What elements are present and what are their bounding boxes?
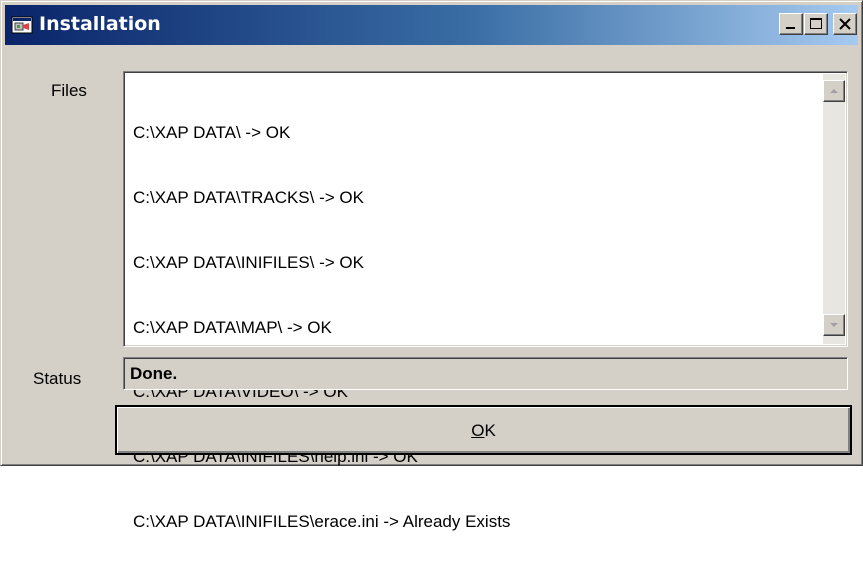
ok-button-label: OK xyxy=(117,421,850,441)
list-item: C:\XAP DATA\MAP\ -> OK xyxy=(133,317,332,337)
files-label: Files xyxy=(51,81,87,100)
files-listbox[interactable]: C:\XAP DATA\ -> OK C:\XAP DATA\TRACKS\ -… xyxy=(123,71,848,531)
status-label: Status xyxy=(33,369,82,388)
close-button[interactable] xyxy=(833,13,857,35)
vertical-scrollbar[interactable] xyxy=(823,74,845,344)
scroll-down-button[interactable] xyxy=(823,314,845,336)
files-list: C:\XAP DATA\ -> OK C:\XAP DATA\TRACKS\ -… xyxy=(133,79,510,576)
minimize-icon xyxy=(786,27,795,29)
installer-app-icon xyxy=(11,15,33,35)
arrow-down-icon xyxy=(830,323,838,327)
minimize-button[interactable] xyxy=(779,13,803,35)
title-bar[interactable]: Installation xyxy=(5,5,858,45)
installation-dialog: Installation Files C:\XAP DATA\ -> OK C:… xyxy=(0,0,863,531)
status-value: Done. xyxy=(130,364,178,383)
list-item: C:\XAP DATA\TRACKS\ -> OK xyxy=(133,187,364,207)
ok-label-rest: K xyxy=(484,421,496,440)
ok-mnemonic: O xyxy=(471,421,485,440)
maximize-button[interactable] xyxy=(804,13,828,35)
list-item: C:\XAP DATA\ -> OK xyxy=(133,123,291,143)
list-item: C:\XAP DATA\INIFILES\erace.ini -> Alread… xyxy=(133,511,511,531)
ok-button[interactable]: OK xyxy=(115,405,852,455)
maximize-icon xyxy=(810,18,822,29)
status-field: Done. xyxy=(123,357,848,390)
scroll-up-button[interactable] xyxy=(823,80,845,102)
close-icon xyxy=(839,18,851,30)
window-title: Installation xyxy=(39,13,161,35)
list-item: C:\XAP DATA\INIFILES\ -> OK xyxy=(133,252,364,272)
arrow-up-icon xyxy=(830,89,838,93)
